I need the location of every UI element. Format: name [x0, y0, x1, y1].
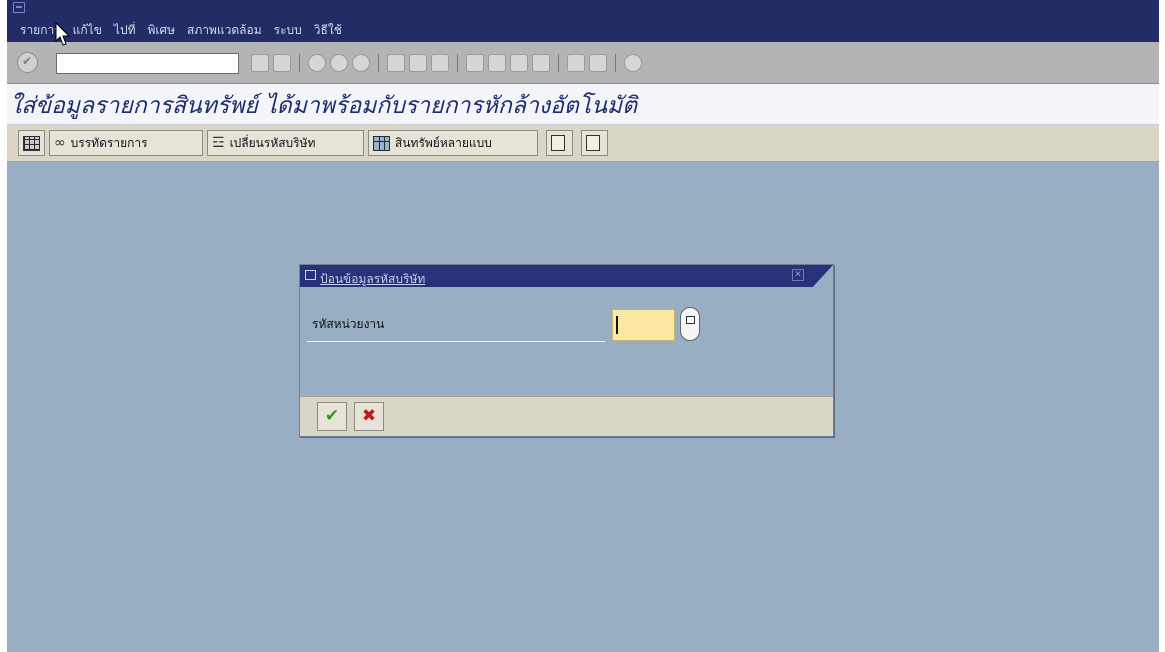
menu-item-environment[interactable]: สภาพแวดล้อม — [187, 21, 262, 40]
document-button-2[interactable] — [581, 130, 608, 156]
last-page-icon[interactable] — [532, 54, 550, 72]
standard-toolbar: ▤ — [7, 42, 1159, 84]
find-next-icon[interactable] — [431, 54, 449, 72]
menu-item-edit[interactable]: แก้ไข — [73, 21, 102, 40]
enter-icon[interactable] — [17, 52, 38, 73]
page-title: ใส่ข้อมูลรายการสินทรัพย์ ได้มาพร้อมกับรา… — [10, 93, 638, 119]
sap-window: รายการ แก้ไข ไปที่ พิเศษ สภาพแวดล้อม ระบ… — [7, 0, 1159, 652]
company-code-dialog: ป้อนข้อมูลรหัสบริษัท ✕ รหัสหน่วยงาน ✔ ✖ — [299, 264, 834, 437]
possible-entries-icon[interactable] — [680, 307, 700, 341]
toolbar-separator — [378, 54, 379, 72]
mouse-pointer-icon — [55, 22, 71, 46]
dialog-header: ป้อนข้อมูลรหัสบริษัท ✕ — [300, 265, 833, 287]
table-icon — [373, 135, 390, 151]
dialog-footer: ✔ ✖ — [300, 396, 833, 436]
document-button-1[interactable] — [546, 130, 573, 156]
line-items-label: บรรทัดรายการ — [70, 135, 148, 150]
change-company-label: เปลี่ยนรหัสบริษัท — [229, 135, 316, 150]
line-items-button[interactable]: ∞ บรรทัดรายการ — [49, 130, 203, 156]
application-toolbar: ∞ บรรทัดรายการ ☲ เปลี่ยนรหัสบริษัท สินทร… — [7, 125, 1159, 162]
toolbar-separator — [457, 54, 458, 72]
menu-item-help[interactable]: วิธีใช้ — [314, 21, 342, 40]
exit-icon[interactable] — [330, 54, 348, 72]
command-field[interactable]: ▤ — [56, 53, 285, 74]
toolbar-icon-group — [251, 54, 642, 72]
field-underline — [307, 341, 605, 342]
document-icon — [551, 135, 565, 151]
previous-page-icon[interactable] — [488, 54, 506, 72]
change-company-code-button[interactable]: ☲ เปลี่ยนรหัสบริษัท — [207, 130, 364, 156]
new-session-icon[interactable] — [567, 54, 585, 72]
ok-icon[interactable]: ✔ — [317, 402, 347, 431]
back-icon[interactable] — [308, 54, 326, 72]
text-caret — [616, 316, 618, 334]
menu-bar: รายการ แก้ไข ไปที่ พิเศษ สภาพแวดล้อม ระบ… — [7, 0, 1159, 46]
toolbar-separator — [615, 54, 616, 72]
dialog-title: ป้อนข้อมูลรหัสบริษัท — [320, 272, 426, 286]
menu-item-extras[interactable]: พิเศษ — [147, 21, 175, 40]
title-bar: ใส่ข้อมูลรายการสินทรัพย์ ได้มาพร้อมกับรา… — [7, 84, 1159, 125]
company-code-label: รหัสหน่วยงาน — [312, 317, 385, 331]
cancel-x-icon[interactable]: ✖ — [354, 402, 384, 431]
multiple-assets-label: สินทรัพย์หลายแบบ — [395, 135, 492, 150]
sap-window-icon — [13, 2, 25, 13]
save-icon[interactable] — [273, 54, 291, 72]
shortcut-icon[interactable] — [589, 54, 607, 72]
overview-icon — [23, 135, 40, 151]
first-page-icon[interactable] — [466, 54, 484, 72]
dialog-window-icon — [305, 270, 316, 280]
company-code-input[interactable] — [612, 309, 675, 341]
multiple-assets-button[interactable]: สินทรัพย์หลายแบบ — [368, 130, 538, 156]
dialog-body: รหัสหน่วยงาน — [307, 305, 827, 345]
line-items-icon: ∞ — [54, 135, 66, 151]
menu-item-goto[interactable]: ไปที่ — [114, 21, 136, 40]
close-icon[interactable]: ✕ — [792, 269, 804, 281]
find-icon[interactable] — [409, 54, 427, 72]
cancel-icon[interactable] — [352, 54, 370, 72]
back-arrow-icon[interactable] — [251, 54, 269, 72]
menu-item-system[interactable]: ระบบ — [274, 21, 302, 40]
change-company-icon: ☲ — [212, 135, 225, 151]
print-icon[interactable] — [387, 54, 405, 72]
toolbar-separator — [299, 54, 300, 72]
overview-button[interactable] — [18, 130, 45, 156]
document-arrow-icon — [586, 135, 600, 151]
toolbar-separator — [558, 54, 559, 72]
help-icon[interactable] — [624, 54, 642, 72]
next-page-icon[interactable] — [510, 54, 528, 72]
